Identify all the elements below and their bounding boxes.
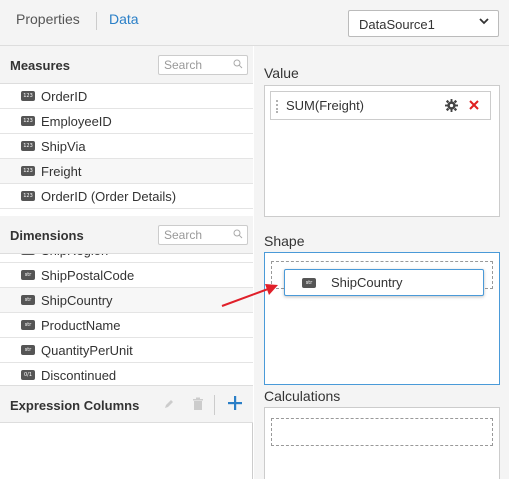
- measures-header: Measures Search: [0, 46, 253, 84]
- left-panel: Measures Search 123 OrderID 123 EmployeeID 1…: [0, 46, 253, 479]
- list-item[interactable]: str ShipPostalCode: [0, 263, 253, 288]
- list-item-label: OrderID (Order Details): [41, 189, 177, 204]
- list-item[interactable]: 0/1 Discontinued: [0, 363, 253, 385]
- drag-grip-icon[interactable]: [275, 99, 279, 113]
- datasource-value: DataSource1: [359, 17, 435, 32]
- measures-search-input[interactable]: Search: [158, 55, 248, 75]
- list-item[interactable]: 123ProductID: [0, 209, 253, 216]
- dragged-field[interactable]: str ShipCountry: [284, 269, 484, 296]
- dimensions-title: Dimensions: [10, 228, 84, 243]
- list-item[interactable]: 123 OrderID (Order Details): [0, 184, 253, 209]
- tab-divider: [96, 12, 97, 30]
- value-item-label: SUM(Freight): [286, 98, 365, 113]
- search-icon: [233, 229, 243, 239]
- list-item-label: Discontinued: [41, 368, 117, 383]
- list-item[interactable]: 123 Freight: [0, 159, 253, 184]
- list-item-label: ProductName: [41, 318, 121, 333]
- measures-title: Measures: [10, 58, 70, 73]
- measures-list: 123 OrderID 123 EmployeeID 123 ShipVia 123 Frei…: [0, 84, 253, 216]
- type-badge-icon: 123: [21, 141, 35, 151]
- list-item-label: EmployeeID: [41, 114, 112, 129]
- list-item-label: ShipCountry: [41, 293, 113, 308]
- type-badge-icon: 123: [21, 91, 35, 101]
- string-badge-icon: str: [302, 278, 316, 288]
- add-icon[interactable]: [227, 395, 243, 411]
- dragged-field-label: ShipCountry: [331, 275, 403, 290]
- type-badge-icon: str: [21, 254, 35, 255]
- dimensions-search-input[interactable]: Search: [158, 225, 248, 245]
- close-icon[interactable]: [467, 98, 481, 112]
- shape-label: Shape: [264, 233, 305, 249]
- expression-columns-header: Expression Columns: [0, 385, 253, 423]
- tab-data[interactable]: Data: [109, 11, 139, 27]
- list-item[interactable]: str ShipCountry: [0, 288, 253, 313]
- list-item[interactable]: 123 ShipVia: [0, 134, 253, 159]
- tab-properties[interactable]: Properties: [16, 11, 80, 27]
- measures-search-placeholder: Search: [164, 58, 203, 72]
- type-badge-icon: str: [21, 270, 35, 280]
- calculations-dropzone[interactable]: [264, 407, 500, 479]
- dimensions-header: Dimensions Search: [0, 216, 253, 254]
- value-dropzone[interactable]: SUM(Freight): [264, 85, 500, 217]
- expression-columns-title: Expression Columns: [10, 398, 140, 413]
- dimensions-search-placeholder: Search: [164, 228, 203, 242]
- gear-icon[interactable]: [445, 99, 458, 112]
- list-item-label: Freight: [41, 164, 82, 179]
- list-item-label: ShipRegion: [41, 254, 108, 258]
- value-label: Value: [264, 65, 299, 81]
- list-item[interactable]: 123 EmployeeID: [0, 109, 253, 134]
- calculations-drop-placeholder: [271, 418, 493, 446]
- list-item[interactable]: str ProductName: [0, 313, 253, 338]
- list-item-label: ShipPostalCode: [41, 268, 135, 283]
- type-badge-icon: str: [21, 320, 35, 330]
- type-badge-icon: str: [21, 345, 35, 355]
- value-item[interactable]: SUM(Freight): [270, 91, 491, 120]
- type-badge-icon: 123: [21, 166, 35, 176]
- right-panel: Value SUM(Freight) Shape Calculations: [254, 46, 509, 479]
- dimensions-list: str ShipRegion str ShipPostalCode str ShipCou…: [0, 254, 253, 385]
- type-badge-icon: 123: [21, 116, 35, 126]
- list-item-label: ShipVia: [41, 139, 86, 154]
- list-item-label: QuantityPerUnit: [41, 343, 133, 358]
- search-icon: [233, 59, 243, 69]
- type-badge-icon: str: [21, 295, 35, 305]
- type-badge-icon: 0/1: [21, 370, 35, 380]
- list-item[interactable]: str ShipRegion: [0, 254, 253, 263]
- trash-icon[interactable]: [191, 397, 205, 411]
- pencil-icon[interactable]: [162, 397, 176, 411]
- calculations-label: Calculations: [264, 388, 341, 404]
- expression-divider: [214, 395, 215, 415]
- list-item[interactable]: 123 OrderID: [0, 84, 253, 109]
- list-item-label: OrderID: [41, 89, 88, 104]
- header-bar: Properties Data DataSource1: [0, 0, 509, 46]
- chevron-down-icon: [479, 18, 489, 25]
- datasource-dropdown[interactable]: DataSource1: [348, 10, 499, 37]
- type-badge-icon: 123: [21, 191, 35, 201]
- list-item[interactable]: str QuantityPerUnit: [0, 338, 253, 363]
